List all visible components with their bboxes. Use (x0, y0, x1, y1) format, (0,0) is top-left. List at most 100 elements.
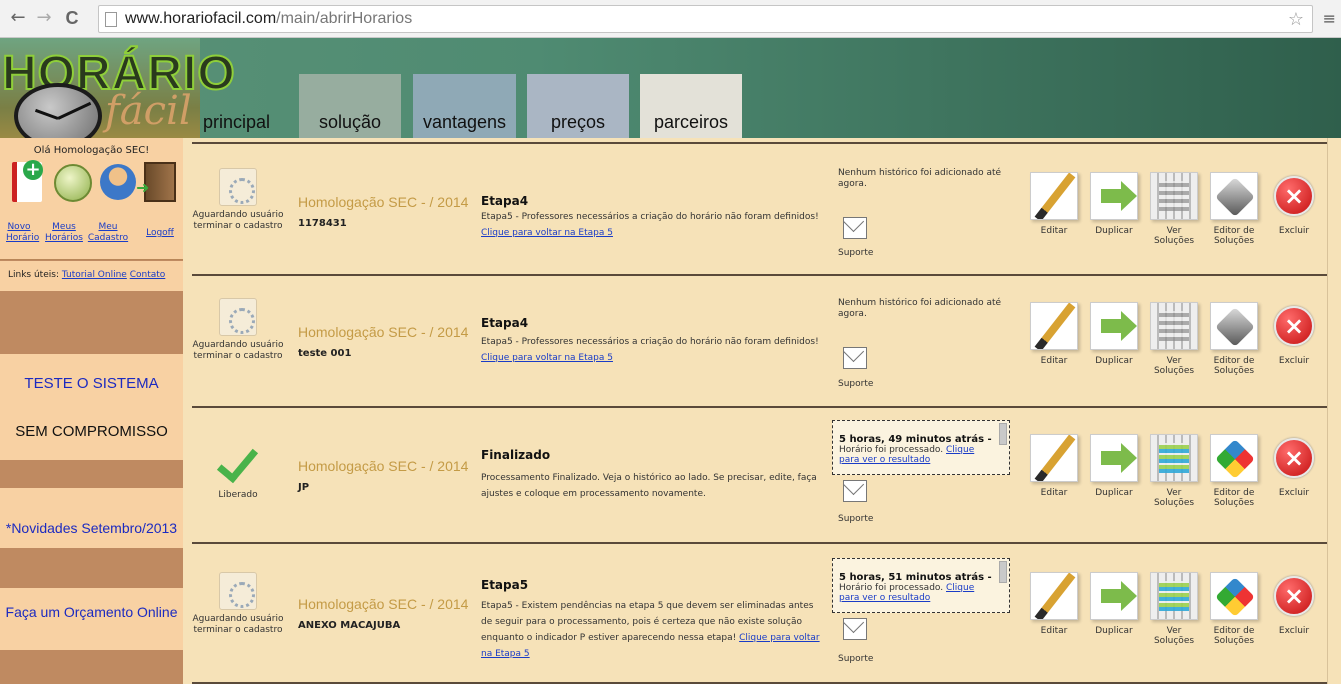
promo-test-system[interactable]: TESTE O SISTEMA (0, 354, 183, 414)
promo-news[interactable]: *Novidades Setembro/2013 (0, 488, 183, 548)
sidebar-link-meus-horarios[interactable]: Meus Horários (44, 222, 84, 244)
user-panel: Olá Homologação SEC! + ➜ Novo Horário Meu… (0, 138, 183, 260)
view-solutions-button[interactable]: Ver Soluções (1146, 434, 1202, 508)
status-cell: Aguardando usuário terminar o cadastro (192, 572, 284, 636)
tab-vantagens[interactable]: vantagens (413, 74, 516, 138)
stage-description: Processamento Finalizado. Veja o históri… (481, 473, 817, 499)
delete-button[interactable]: × Excluir (1266, 302, 1322, 366)
sidebar-link-meu-cadastro[interactable]: Meu Cadastro (86, 222, 130, 244)
back-icon[interactable]: ← (8, 8, 28, 28)
tab-principal[interactable]: principal (200, 74, 280, 138)
bookmark-star-icon[interactable]: ☆ (1288, 9, 1304, 30)
page-right-margin (1327, 138, 1341, 684)
solutions-editor-button[interactable]: Editor de Soluções (1206, 434, 1262, 508)
history-box[interactable]: 5 horas, 49 minutos atrás - Horário foi … (832, 420, 1010, 475)
stage-title: Etapa4 (481, 194, 529, 208)
view-solutions-button[interactable]: Ver Soluções (1146, 302, 1202, 376)
grid-color-icon (1150, 434, 1198, 482)
user-profile-icon[interactable] (100, 164, 136, 200)
stage-description: Etapa5 - Professores necessários a criaç… (481, 212, 819, 238)
schedule-row: Liberado Homologação SEC - / 2014 JP Fin… (192, 408, 1327, 544)
history-time: 5 horas, 51 minutos atrás - (839, 572, 992, 583)
back-to-stage-link[interactable]: Clique para voltar na Etapa 5 (481, 228, 613, 238)
mail-icon[interactable] (843, 618, 867, 640)
delete-button[interactable]: × Excluir (1266, 572, 1322, 636)
status-cell: Aguardando usuário terminar o cadastro (192, 168, 284, 232)
schedule-code: ANEXO MACAJUBA (298, 620, 401, 631)
logo[interactable]: HORÁRIO fácil (0, 38, 236, 149)
edit-button[interactable]: Editar (1026, 172, 1082, 236)
mail-icon[interactable] (843, 347, 867, 369)
history-text: Nenhum histórico foi adicionado até agor… (838, 298, 1002, 319)
address-bar[interactable]: www.horariofacil.com/main/abrirHorarios … (98, 5, 1313, 33)
puzzle-color-icon (1210, 572, 1258, 620)
schedule-row: Aguardando usuário terminar o cadastro H… (192, 544, 1327, 684)
sidebar-link-novo-horario[interactable]: Novo Horário (6, 222, 39, 244)
support-label[interactable]: Suporte (838, 379, 873, 389)
support-label[interactable]: Suporte (838, 514, 873, 524)
useful-links: Links úteis: Tutorial Online Contato (0, 261, 183, 291)
url-path: /main/abrirHorarios (276, 10, 413, 27)
sidebar-link-logoff[interactable]: Logoff (144, 228, 176, 239)
forward-icon[interactable]: → (34, 8, 54, 28)
mail-icon[interactable] (843, 480, 867, 502)
view-solutions-button[interactable]: Ver Soluções (1146, 572, 1202, 646)
url-text[interactable]: www.horariofacil.com/main/abrirHorarios (125, 10, 412, 28)
grid-gray-icon (1150, 172, 1198, 220)
puzzle-color-icon (1210, 434, 1258, 482)
history-message: Horário foi processado. (839, 445, 944, 455)
history-scrollbar[interactable] (999, 423, 1007, 445)
solutions-editor-button[interactable]: Editor de Soluções (1206, 302, 1262, 376)
history-scrollbar[interactable] (999, 561, 1007, 583)
duplicate-arrow-icon (1090, 302, 1138, 350)
tab-parceiros[interactable]: parceiros (640, 74, 742, 138)
stage-description: Etapa5 - Professores necessários a criaç… (481, 337, 819, 363)
schedules-clock-icon[interactable] (54, 164, 92, 202)
mail-icon[interactable] (843, 217, 867, 239)
status-text: Aguardando usuário terminar o cadastro (192, 210, 284, 231)
duplicate-button[interactable]: Duplicar (1086, 302, 1142, 366)
support-label[interactable]: Suporte (838, 248, 873, 258)
edit-button[interactable]: Editar (1026, 434, 1082, 498)
contact-link[interactable]: Contato (130, 270, 166, 280)
school-name: Homologação SEC - / 2014 (298, 194, 469, 210)
schedule-list: Aguardando usuário terminar o cadastro H… (192, 142, 1327, 684)
back-to-stage-link[interactable]: Clique para voltar na Etapa 5 (481, 353, 613, 363)
sidebar: Olá Homologação SEC! + ➜ Novo Horário Meu… (0, 138, 183, 684)
delete-button[interactable]: × Excluir (1266, 172, 1322, 236)
tutorial-link[interactable]: Tutorial Online (62, 270, 127, 280)
pencil-icon (1030, 302, 1078, 350)
solutions-editor-button[interactable]: Editor de Soluções (1206, 572, 1262, 646)
schedule-row: Aguardando usuário terminar o cadastro H… (192, 276, 1327, 408)
duplicate-button[interactable]: Duplicar (1086, 172, 1142, 236)
schedule-code: JP (298, 482, 310, 493)
puzzle-gray-icon (1210, 172, 1258, 220)
reload-icon[interactable]: C (62, 8, 82, 28)
page-icon (105, 12, 117, 27)
edit-button[interactable]: Editar (1026, 572, 1082, 636)
history-box[interactable]: 5 horas, 51 minutos atrás - Horário foi … (832, 558, 1010, 613)
pencil-icon (1030, 572, 1078, 620)
tab-precos[interactable]: preços (527, 74, 629, 138)
logoff-door-icon[interactable]: ➜ (136, 162, 176, 202)
school-name: Homologação SEC - / 2014 (298, 458, 469, 474)
delete-x-icon: × (1274, 176, 1314, 216)
solutions-editor-button[interactable]: Editor de Soluções (1206, 172, 1262, 246)
support-label[interactable]: Suporte (838, 654, 873, 664)
history-time: 5 horas, 49 minutos atrás - (839, 434, 992, 445)
duplicate-arrow-icon (1090, 572, 1138, 620)
duplicate-button[interactable]: Duplicar (1086, 434, 1142, 498)
browser-menu-icon[interactable]: ≡ (1323, 9, 1336, 28)
logo-subtitle: fácil (105, 88, 192, 134)
new-schedule-icon[interactable]: + (12, 160, 43, 202)
edit-button[interactable]: Editar (1026, 302, 1082, 366)
duplicate-arrow-icon (1090, 434, 1138, 482)
delete-x-icon: × (1274, 438, 1314, 478)
pencil-icon (1030, 434, 1078, 482)
view-solutions-button[interactable]: Ver Soluções (1146, 172, 1202, 246)
tab-solucao[interactable]: solução (299, 74, 401, 138)
duplicate-button[interactable]: Duplicar (1086, 572, 1142, 636)
promo-quote-online[interactable]: Faça um Orçamento Online (0, 588, 183, 650)
delete-button[interactable]: × Excluir (1266, 434, 1322, 498)
promo-no-commitment[interactable]: SEM COMPROMISSO (0, 414, 183, 460)
